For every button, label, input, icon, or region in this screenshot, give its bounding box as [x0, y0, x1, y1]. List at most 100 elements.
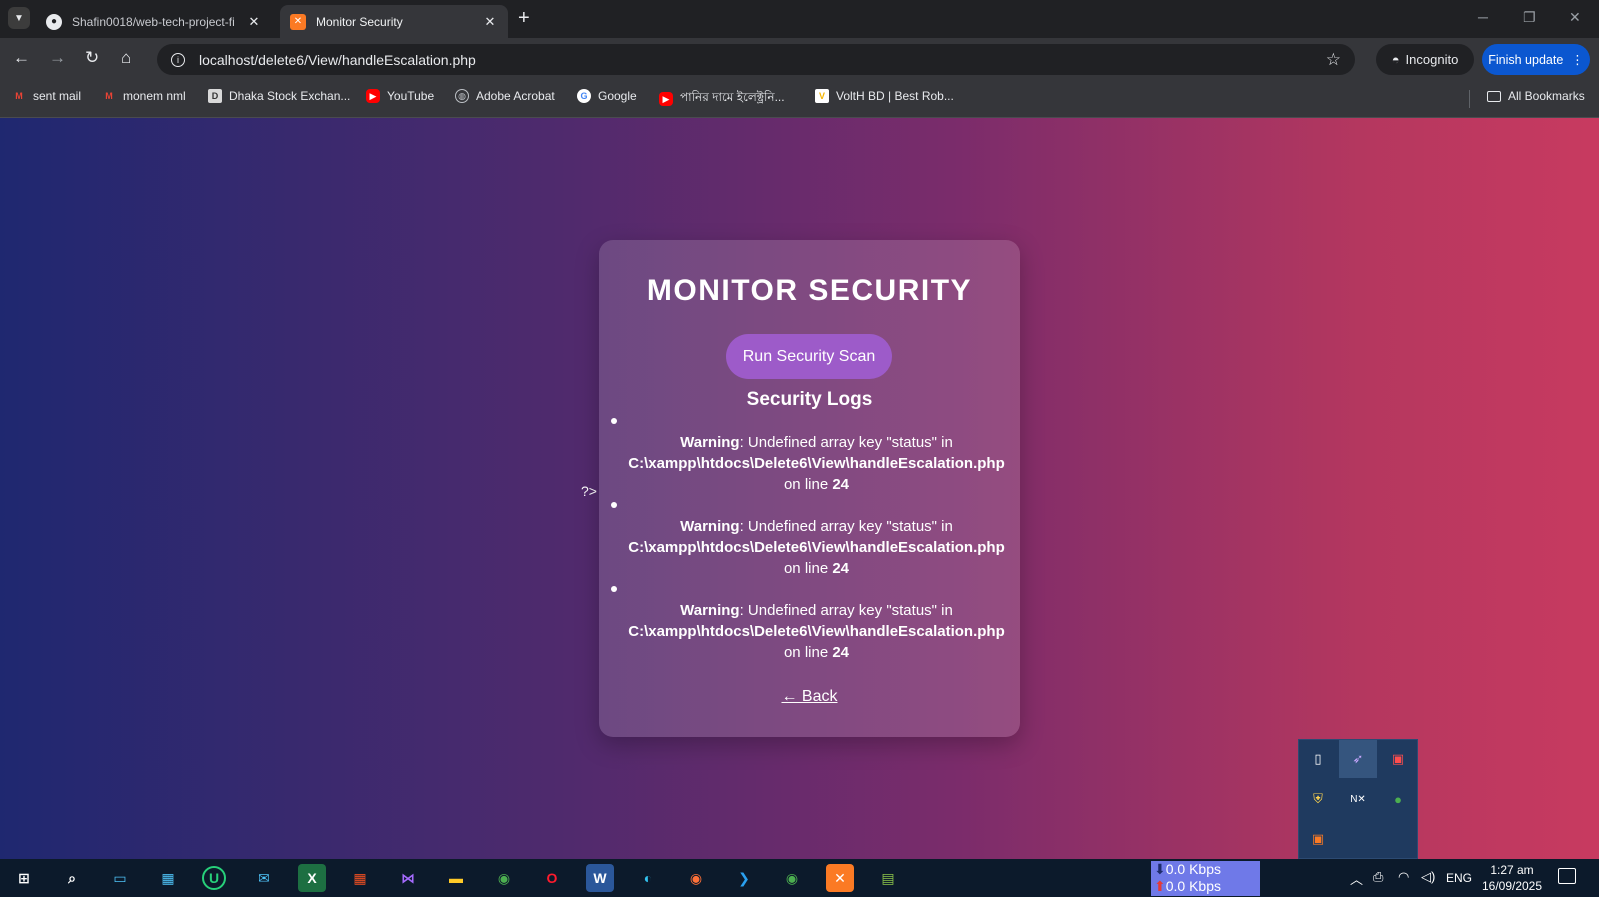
excel-icon[interactable]: X: [298, 864, 326, 892]
visual-studio-icon[interactable]: ⋈: [394, 864, 422, 892]
bookmark-volth-bd[interactable]: V VoltH BD | Best Rob...: [815, 89, 954, 103]
upwork-icon[interactable]: U: [202, 866, 226, 890]
tab-github[interactable]: ● Shafin0018/web-tech-project-fi ✕: [36, 5, 272, 38]
bookmark-label: YouTube: [387, 89, 435, 103]
bookmark-label: All Bookmarks: [1508, 89, 1585, 103]
xampp-icon[interactable]: ✕: [826, 864, 854, 892]
log-message: Warning: Undefined array key "status" in…: [599, 600, 1034, 663]
bookmark-monem-nml[interactable]: M monem nml: [102, 89, 185, 103]
address-bar[interactable]: i localhost/delete6/View/handleEscalatio…: [157, 44, 1355, 75]
download-speed: ⬇0.0 Kbps: [1154, 861, 1221, 877]
arrow-up-icon: ⬆: [1154, 878, 1166, 894]
incognito-icon: ◓: [1391, 52, 1400, 67]
arrow-down-icon: ⬇: [1154, 861, 1166, 877]
log-message: Warning: Undefined array key "status" in…: [599, 432, 1034, 495]
bookmark-label: sent mail: [33, 89, 82, 103]
youtube-icon: ▶: [366, 89, 380, 103]
security-logs-heading: Security Logs: [746, 389, 873, 410]
language-indicator[interactable]: ENG: [1446, 871, 1472, 885]
office-icon[interactable]: ▦: [346, 864, 374, 892]
bookmark-label: পানির দামে ইলেক্ট্রনি...: [680, 90, 785, 104]
feather-icon[interactable]: ➶: [1339, 740, 1377, 778]
restore-icon[interactable]: ❐: [1523, 9, 1536, 26]
finish-update-button[interactable]: Finish update ⋮: [1482, 44, 1590, 75]
browser-toolbar: ← → ↻ ⌂ i localhost/delete6/View/handleE…: [0, 38, 1599, 80]
chrome-icon[interactable]: ◉: [778, 864, 806, 892]
notepad-icon[interactable]: ▤: [874, 864, 902, 892]
tab-title: Monitor Security: [316, 14, 403, 29]
line-number: 24: [832, 560, 850, 577]
warning-text: : Undefined array key "status" in: [739, 434, 953, 451]
bullet-icon: [611, 586, 617, 592]
clock-date: 16/09/2025: [1481, 879, 1543, 893]
bookmark-dhaka-stock-exchange[interactable]: D Dhaka Stock Exchan...: [208, 89, 350, 103]
chrome-icon[interactable]: ◉: [490, 864, 518, 892]
bookmark-youtube[interactable]: ▶ YouTube: [366, 89, 434, 103]
stray-php-text: ?>: [581, 483, 597, 499]
bookmark-youtube-bangla[interactable]: ▶ পানির দামে ইলেক্ট্রনি...: [659, 89, 785, 109]
xampp-icon[interactable]: ▣: [1299, 820, 1337, 858]
line-prefix: on line: [783, 644, 829, 661]
tray-overflow-popup: ▯ ➶ ▣ ⛨ N✕ ● ▣: [1298, 739, 1418, 859]
clock-time: 1:27 am: [1490, 863, 1534, 877]
back-arrow-icon[interactable]: ←: [13, 48, 30, 68]
tab-search-chevron-down-icon[interactable]: ▼: [8, 7, 30, 29]
search-icon[interactable]: ⌕: [58, 864, 86, 892]
network-speed-widget: ⬇0.0 Kbps ⬆0.0 Kbps: [1151, 861, 1260, 896]
url-text[interactable]: localhost/delete6/View/handleEscalation.…: [199, 52, 1326, 68]
clock[interactable]: 1:27 am 16/09/2025: [1481, 862, 1543, 894]
nvidia-icon[interactable]: N✕: [1339, 780, 1377, 818]
usb-icon[interactable]: ▯: [1299, 740, 1337, 778]
all-bookmarks-button[interactable]: All Bookmarks: [1487, 89, 1585, 103]
wifi-icon[interactable]: ◠: [1398, 869, 1409, 885]
warning-label: Warning: [680, 602, 740, 619]
task-view-icon[interactable]: ▭: [106, 864, 134, 892]
page-title: MONITOR SECURITY: [646, 274, 973, 307]
tab-monitor-security[interactable]: ✕ Monitor Security ✕: [280, 5, 508, 38]
security-log-list: Warning: Undefined array key "status" in…: [599, 418, 1020, 670]
notification-icon[interactable]: [1558, 868, 1576, 884]
mail-icon[interactable]: ✉: [250, 864, 278, 892]
edge-icon[interactable]: ◐: [634, 864, 662, 892]
chevron-up-icon[interactable]: ︿: [1350, 869, 1363, 888]
home-icon[interactable]: ⌂: [121, 48, 131, 68]
opera-icon[interactable]: O: [538, 864, 566, 892]
warning-label: Warning: [680, 434, 740, 451]
site-info-icon[interactable]: i: [171, 52, 185, 67]
bookmark-adobe-acrobat[interactable]: ◍ Adobe Acrobat: [455, 89, 555, 103]
bullet-icon: [611, 502, 617, 508]
incognito-indicator[interactable]: ◓ Incognito: [1376, 44, 1474, 75]
sync-icon[interactable]: ●: [1379, 780, 1417, 818]
bookmark-star-icon[interactable]: ☆: [1326, 50, 1341, 70]
acrobat-icon[interactable]: ▣: [1379, 740, 1417, 778]
minimize-icon[interactable]: ─: [1478, 9, 1488, 25]
window-close-icon[interactable]: ✕: [1569, 9, 1581, 26]
line-prefix: on line: [783, 476, 829, 493]
bookmark-sent-mail[interactable]: M sent mail: [12, 89, 81, 103]
run-security-scan-button[interactable]: Run Security Scan: [726, 334, 892, 379]
file-path: C:\xampp\htdocs\Delete6\View\handleEscal…: [628, 455, 1005, 472]
store-icon[interactable]: ▦: [154, 864, 182, 892]
file-explorer-icon[interactable]: ▬: [442, 864, 470, 892]
vscode-icon[interactable]: ❯: [730, 864, 758, 892]
bookmark-google[interactable]: G Google: [577, 89, 637, 103]
back-link[interactable]: ← Back: [599, 688, 1020, 706]
close-icon[interactable]: ✕: [246, 14, 262, 30]
volume-icon[interactable]: ◁): [1421, 869, 1435, 885]
firefox-icon[interactable]: ◉: [682, 864, 710, 892]
taskbar: ⊞ ⌕ ▭ ▦ U ✉ X ▦ ⋈ ▬ ◉ O W ◐ ◉ ❯ ◉ ✕ ▤ ⬇0…: [0, 859, 1599, 897]
github-icon: ●: [46, 13, 62, 30]
new-tab-plus-icon[interactable]: +: [518, 8, 530, 28]
reload-icon[interactable]: ↻: [85, 48, 99, 68]
file-path: C:\xampp\htdocs\Delete6\View\handleEscal…: [628, 623, 1005, 640]
forward-arrow-icon[interactable]: →: [49, 48, 66, 68]
tab-strip: ▼ ● Shafin0018/web-tech-project-fi ✕ ✕ M…: [0, 0, 1599, 38]
bookmarks-bar: M sent mail M monem nml D Dhaka Stock Ex…: [0, 80, 1599, 118]
windows-start-icon[interactable]: ⊞: [10, 864, 38, 892]
shield-icon[interactable]: ⛨: [1299, 780, 1337, 818]
word-icon[interactable]: W: [586, 864, 614, 892]
file-path: C:\xampp\htdocs\Delete6\View\handleEscal…: [628, 539, 1005, 556]
close-icon[interactable]: ✕: [482, 14, 498, 30]
meet-now-icon[interactable]: ⎙: [1373, 869, 1383, 885]
bookmark-label: Google: [598, 89, 637, 103]
